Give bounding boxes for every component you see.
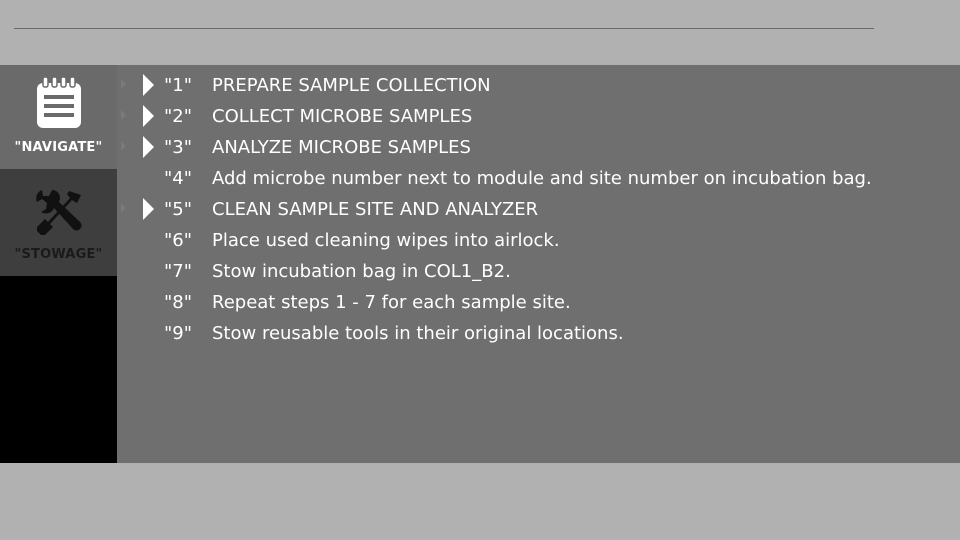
step-number: "1" <box>164 75 193 96</box>
tools-icon <box>33 186 85 240</box>
procedure-viewer: "NAVIGATE" "STOWAGE" "1" PREPARE SAMPLE C… <box>0 65 960 463</box>
expand-caret-icon[interactable] <box>143 198 154 220</box>
step-row: "6" Place used cleaning wipes into airloc… <box>117 225 960 256</box>
step-row[interactable]: "2" COLLECT MICROBE SAMPLES <box>117 101 960 132</box>
step-instruction: Repeat steps 1 - 7 for each sample site. <box>212 292 571 313</box>
expand-caret-icon[interactable] <box>143 74 154 96</box>
sidebar: "NAVIGATE" "STOWAGE" <box>0 65 117 463</box>
step-row: "4" Add microbe number next to module and… <box>117 163 960 194</box>
step-section-title[interactable]: COLLECT MICROBE SAMPLES <box>212 106 472 127</box>
notepad-icon <box>33 76 85 130</box>
step-row[interactable]: "3" ANALYZE MICROBE SAMPLES <box>117 132 960 163</box>
step-row: "8" Repeat steps 1 - 7 for each sample si… <box>117 287 960 318</box>
expand-caret-icon[interactable] <box>143 136 154 158</box>
step-list: "1" PREPARE SAMPLE COLLECTION "2" COLLECT M… <box>117 65 960 463</box>
step-number: "8" <box>164 292 193 313</box>
step-instruction: Stow incubation bag in COL1_B2. <box>212 261 511 282</box>
navigate-tab[interactable]: "NAVIGATE" <box>0 65 117 170</box>
step-number: "7" <box>164 261 193 282</box>
step-instruction: Add microbe number next to module and si… <box>212 168 872 189</box>
step-section-title[interactable]: CLEAN SAMPLE SITE AND ANALYZER <box>212 199 538 220</box>
collapse-caret-icon[interactable] <box>121 141 126 151</box>
step-number: "2" <box>164 106 193 127</box>
navigate-tab-label: "NAVIGATE" <box>14 140 103 155</box>
collapse-caret-icon[interactable] <box>121 79 126 89</box>
step-number: "5" <box>164 199 193 220</box>
expand-caret-icon[interactable] <box>143 105 154 127</box>
step-section-title[interactable]: PREPARE SAMPLE COLLECTION <box>212 75 491 96</box>
step-instruction: Stow reusable tools in their original lo… <box>212 323 624 344</box>
step-row: "9" Stow reusable tools in their original… <box>117 318 960 349</box>
step-number: "3" <box>164 137 193 158</box>
step-number: "4" <box>164 168 193 189</box>
step-row[interactable]: "1" PREPARE SAMPLE COLLECTION <box>117 70 960 101</box>
step-section-title[interactable]: ANALYZE MICROBE SAMPLES <box>212 137 471 158</box>
collapse-caret-icon[interactable] <box>121 110 126 120</box>
collapse-caret-icon[interactable] <box>121 203 126 213</box>
step-row[interactable]: "5" CLEAN SAMPLE SITE AND ANALYZER <box>117 194 960 225</box>
stowage-tab-label: "STOWAGE" <box>14 247 103 262</box>
step-number: "6" <box>164 230 193 251</box>
top-divider <box>14 28 874 29</box>
stowage-tab[interactable]: "STOWAGE" <box>0 170 117 276</box>
step-number: "9" <box>164 323 193 344</box>
step-row: "7" Stow incubation bag in COL1_B2. <box>117 256 960 287</box>
step-instruction: Place used cleaning wipes into airlock. <box>212 230 560 251</box>
